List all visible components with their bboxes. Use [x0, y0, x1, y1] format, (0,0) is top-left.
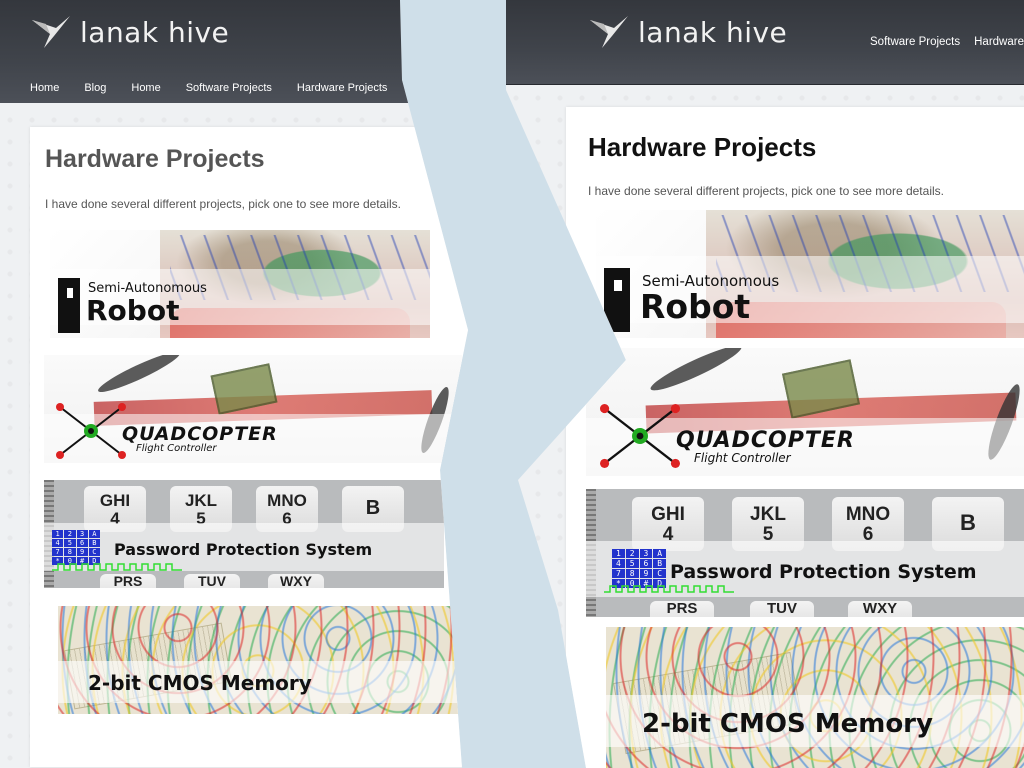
key-label: B — [960, 510, 976, 535]
page-title: Hardware Projects — [45, 145, 265, 173]
robot-logo-icon — [604, 268, 630, 332]
grid-cell: B — [88, 539, 100, 547]
cmos-project-banner[interactable]: 2-bit CMOS Memory — [58, 606, 458, 714]
password-title: Password Protection System — [670, 561, 977, 583]
grid-cell: 1 — [52, 530, 64, 538]
grid-cell: A — [653, 549, 666, 558]
grid-cell: 3 — [76, 530, 88, 538]
site-logo[interactable]: lanak hive — [588, 14, 787, 50]
intro-text: I have done several different projects, … — [45, 197, 401, 211]
left-screenshot: lanak hive Home Blog Home Software Proje… — [0, 0, 468, 768]
key-wxy: WXY — [268, 574, 324, 588]
nav-software-projects[interactable]: Software Projects — [870, 36, 960, 48]
key-prs: PRS — [650, 601, 714, 617]
key-label: JKL — [750, 504, 786, 525]
site-header: lanak hive Software Projects Hardware — [506, 0, 1024, 85]
nav-software-projects[interactable]: Software Projects — [186, 82, 272, 94]
grid-cell: 9 — [76, 548, 88, 556]
key-label: TUV — [198, 573, 226, 588]
robot-title: Robot — [86, 294, 180, 327]
propeller-icon — [647, 348, 745, 397]
grid-cell: 2 — [625, 549, 639, 558]
grid-cell: 6 — [639, 559, 653, 568]
grid-cell: A — [88, 530, 100, 538]
grid-cell: B — [653, 559, 666, 568]
signal-wave-icon — [52, 563, 182, 571]
grid-cell: C — [653, 569, 666, 578]
nav-home[interactable]: Home — [30, 82, 59, 94]
main-nav: Home Blog Home Software Projects Hardwar… — [30, 82, 412, 94]
grid-cell: 1 — [612, 549, 625, 558]
key-label: WXY — [280, 573, 312, 588]
quadcopter-subtitle: Flight Controller — [136, 443, 217, 454]
grid-cell: 8 — [64, 548, 76, 556]
key-label: B — [365, 497, 381, 519]
grid-cell: 7 — [612, 569, 625, 578]
grid-cell: C — [88, 548, 100, 556]
logo-text: lanak hive — [638, 15, 788, 49]
nav-home-2[interactable]: Home — [131, 82, 160, 94]
hive-logo-icon — [590, 16, 628, 48]
content-panel: Hardware Projects I have done several di… — [566, 107, 1024, 768]
key-label: MNO — [845, 504, 891, 525]
key-label: GHI — [651, 504, 685, 525]
keypad-grid-icon: 123A 456B 789C * 0 # D — [52, 530, 100, 565]
grid-cell: 7 — [52, 548, 64, 556]
page-title: Hardware Projects — [588, 132, 817, 162]
quadcopter-subtitle: Flight Controller — [694, 451, 791, 465]
signal-wave-icon — [604, 585, 734, 593]
key-label: WXY — [862, 600, 898, 617]
quadcopter-title: QUADCOPTER — [122, 423, 278, 445]
cmos-project-banner[interactable]: 2-bit CMOS Memory — [606, 627, 1024, 768]
grid-cell: 4 — [52, 539, 64, 547]
password-project-banner[interactable]: GHI 4 JKL 5 MNO 6 B PRS TUV WXY 123A 456B 7… — [44, 480, 444, 588]
key-label: GHI — [99, 491, 131, 510]
quadcopter-project-banner[interactable]: QUADCOPTER Flight Controller — [586, 348, 1024, 476]
hive-logo-icon — [32, 16, 70, 48]
key-label: TUV — [767, 600, 797, 617]
grid-cell: 3 — [639, 549, 653, 558]
grid-cell: 6 — [76, 539, 88, 547]
grid-cell: 8 — [625, 569, 639, 578]
nav-blog[interactable]: Blog — [84, 82, 106, 94]
site-header: lanak hive Home Blog Home Software Proje… — [0, 0, 468, 103]
key-label: MNO — [267, 491, 307, 510]
grid-cell: 5 — [625, 559, 639, 568]
site-logo[interactable]: lanak hive — [30, 14, 229, 50]
password-title: Password Protection System — [114, 540, 373, 559]
robot-title: Robot — [640, 287, 751, 326]
quadcopter-title: QUADCOPTER — [676, 428, 855, 453]
grid-cell: 2 — [64, 530, 76, 538]
keypad-grid-icon: 123A 456B 789C * 0 # D — [612, 549, 666, 588]
key-wxy: WXY — [848, 601, 912, 617]
quadcopter-project-banner[interactable]: QUADCOPTER Flight Controller — [44, 355, 462, 463]
main-nav: Software Projects Hardware — [870, 36, 1024, 48]
key-prs: PRS — [100, 574, 156, 588]
intro-text: I have done several different projects, … — [588, 184, 944, 198]
propeller-icon — [95, 355, 183, 398]
nav-hardware-projects[interactable]: Hardware Projects — [297, 82, 387, 94]
content-panel: Hardware Projects I have done several di… — [30, 127, 468, 767]
quadcopter-icon — [56, 403, 126, 459]
cmos-title: 2-bit CMOS Memory — [88, 671, 312, 695]
robot-project-banner[interactable]: Semi-Autonomous Robot — [50, 230, 430, 338]
key-label: JKL — [184, 491, 218, 510]
nav-hardware[interactable]: Hardware — [974, 36, 1024, 48]
key-label: PRS — [666, 600, 698, 617]
key-tuv: TUV — [184, 574, 240, 588]
grid-cell: 4 — [612, 559, 625, 568]
password-project-banner[interactable]: GHI 4 JKL 5 MNO 6 B PRS TUV WXY 123A 456B 7… — [586, 489, 1024, 617]
robot-logo-icon — [58, 278, 80, 333]
cmos-title: 2-bit CMOS Memory — [642, 709, 933, 739]
grid-cell: 9 — [639, 569, 653, 578]
key-label: PRS — [113, 573, 143, 588]
robot-project-banner[interactable]: Semi-Autonomous Robot — [596, 210, 1024, 338]
logo-text: lanak hive — [80, 15, 230, 49]
grid-cell: 5 — [64, 539, 76, 547]
right-screenshot: lanak hive Software Projects Hardware Ha… — [506, 0, 1024, 768]
key-tuv: TUV — [750, 601, 814, 617]
quadcopter-icon — [600, 404, 680, 468]
